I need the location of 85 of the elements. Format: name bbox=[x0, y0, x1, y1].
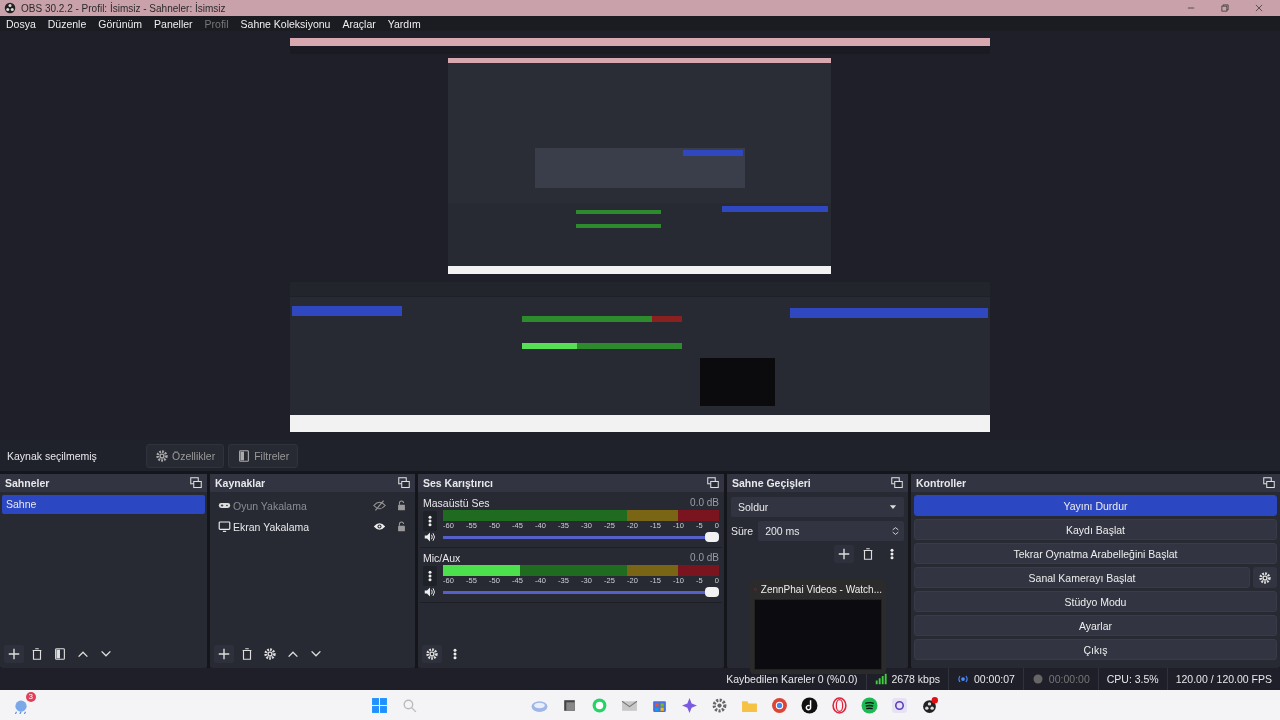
panel-title: Ses Karıştırıcı bbox=[423, 477, 494, 489]
window-title: OBS 30.2.2 - Profil: İsimsiz - Sahneler: İsimsiz bbox=[21, 2, 227, 14]
channel-menu-button[interactable] bbox=[423, 565, 437, 586]
note-icon[interactable] bbox=[801, 696, 818, 714]
settings-icon bbox=[1258, 570, 1272, 585]
menu-item[interactable]: Düzenle bbox=[47, 17, 87, 30]
scene-item[interactable]: Sahne bbox=[2, 495, 205, 514]
source-name[interactable]: Oyun Yakalama bbox=[233, 499, 371, 512]
control-button[interactable]: Stüdyo Modu bbox=[914, 591, 1277, 612]
eye-slashed-icon[interactable] bbox=[373, 499, 386, 512]
control-button[interactable]: Yayını Durdur bbox=[914, 495, 1277, 516]
settings-icon bbox=[155, 448, 169, 463]
trash-icon bbox=[30, 647, 44, 661]
control-button[interactable]: Ayarlar bbox=[914, 615, 1277, 636]
stream-time-text: 00:00:07 bbox=[974, 673, 1015, 685]
menu-item[interactable]: Dosya bbox=[6, 17, 36, 30]
spark-icon[interactable] bbox=[681, 696, 698, 714]
start-icon[interactable] bbox=[371, 696, 388, 714]
signal-bars-icon bbox=[874, 673, 887, 685]
speaker-icon[interactable] bbox=[423, 531, 437, 543]
control-button[interactable]: Sanal Kamerayı Başlat bbox=[914, 567, 1250, 588]
db-reading: 0.0 dB bbox=[690, 552, 719, 563]
transition-dropdown[interactable]: Soldur bbox=[731, 497, 904, 517]
undock-icon[interactable] bbox=[707, 477, 719, 489]
plus-icon bbox=[837, 547, 851, 561]
control-button[interactable]: Kaydı Başlat bbox=[914, 519, 1277, 540]
undock-icon[interactable] bbox=[190, 477, 202, 489]
record-time-text: 00:00:00 bbox=[1048, 673, 1090, 685]
settings-icon[interactable] bbox=[711, 696, 728, 714]
menu-item[interactable]: Yardım bbox=[387, 17, 421, 30]
notification-badge: 3 bbox=[25, 692, 36, 702]
volume-slider[interactable] bbox=[443, 531, 719, 543]
virtual-camera-settings-button[interactable] bbox=[1253, 567, 1277, 588]
dropped-frames-text: Kaybedilen Kareler 0 (%0.0) bbox=[725, 672, 859, 687]
plus-icon bbox=[7, 647, 21, 661]
lock-icon[interactable] bbox=[396, 499, 407, 512]
settings-icon bbox=[263, 647, 277, 661]
channel-menu-button[interactable] bbox=[423, 510, 437, 531]
volume-slider[interactable] bbox=[443, 586, 719, 598]
filter-icon bbox=[237, 448, 252, 463]
filter-icon bbox=[53, 647, 67, 661]
ring-icon[interactable] bbox=[831, 696, 848, 714]
maximize-icon[interactable] bbox=[1220, 3, 1230, 13]
trash-icon bbox=[861, 547, 875, 561]
panel-title: Kontroller bbox=[916, 477, 967, 489]
panel-title: Sahneler bbox=[5, 477, 50, 489]
window-preview-popup[interactable]: ZennPhai Videos - Watch... bbox=[750, 580, 886, 674]
control-button[interactable]: Tekrar Oynatma Arabelleğini Başlat bbox=[914, 543, 1277, 564]
sound-waves-icon[interactable] bbox=[861, 696, 878, 714]
source-name[interactable]: Ekran Yakalama bbox=[233, 520, 371, 533]
plus-button[interactable] bbox=[834, 545, 854, 563]
close-icon[interactable] bbox=[1254, 3, 1264, 13]
undock-icon[interactable] bbox=[398, 477, 410, 489]
menu-item[interactable]: Sahne Koleksiyonu bbox=[240, 17, 331, 30]
plus-button[interactable] bbox=[4, 645, 24, 663]
channel-name: Mic/Aux bbox=[423, 551, 461, 564]
source-status-label: Kaynak seçilmemiş bbox=[7, 449, 98, 462]
app-logo-icon bbox=[4, 2, 16, 14]
undock-icon[interactable] bbox=[891, 477, 903, 489]
duration-label: Süre bbox=[731, 525, 754, 537]
panel-title: Kaynaklar bbox=[215, 477, 266, 489]
recording-app-icon[interactable] bbox=[921, 696, 938, 714]
eye-icon[interactable] bbox=[373, 520, 386, 533]
db-reading: 0.0 dB bbox=[690, 497, 719, 508]
bitrate-text: 2678 kbps bbox=[891, 673, 940, 685]
undock-icon[interactable] bbox=[1263, 477, 1275, 489]
menu-item[interactable]: Paneller bbox=[154, 17, 193, 30]
window-preview-title: ZennPhai Videos - Watch... bbox=[760, 584, 882, 595]
audio-settings-button[interactable] bbox=[422, 645, 442, 663]
spin-arrows-icon bbox=[891, 524, 900, 538]
globe-icon[interactable] bbox=[771, 696, 788, 714]
settings-icon bbox=[425, 647, 439, 661]
speaker-icon[interactable] bbox=[423, 586, 437, 598]
menu-item[interactable]: Araçlar bbox=[342, 17, 376, 30]
trash-icon bbox=[240, 647, 254, 661]
panel-title: Sahne Geçişleri bbox=[732, 477, 811, 489]
monitor-icon bbox=[218, 520, 231, 533]
plus-icon bbox=[217, 647, 231, 661]
channel-name: Masaüstü Ses bbox=[423, 496, 490, 509]
app-icon[interactable] bbox=[891, 696, 908, 714]
lock-icon[interactable] bbox=[396, 520, 407, 533]
menu-item[interactable]: Görünüm bbox=[98, 17, 143, 30]
duration-field[interactable]: 200 ms bbox=[758, 521, 904, 541]
plus-button[interactable] bbox=[214, 645, 234, 663]
control-button[interactable]: Çıkış bbox=[914, 639, 1277, 660]
